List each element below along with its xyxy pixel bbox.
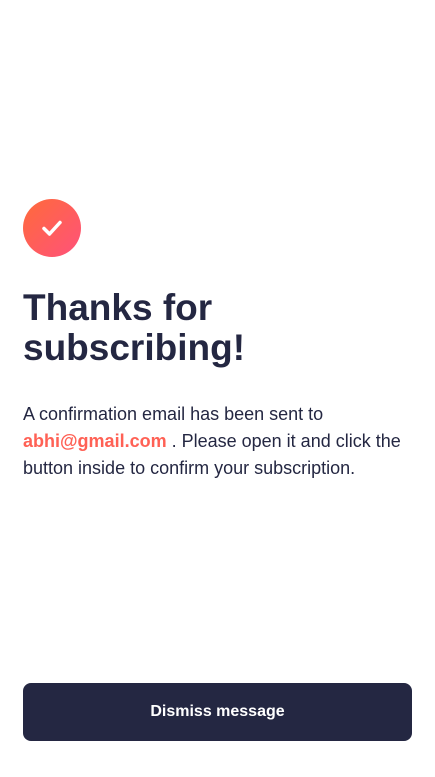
confirmation-message: A confirmation email has been sent to ab… [23, 401, 415, 482]
dismiss-message-button[interactable]: Dismiss message [23, 683, 412, 741]
message-before-email: A confirmation email has been sent to [23, 404, 324, 424]
subscriber-email: abhi@gmail.com [23, 431, 167, 451]
page-title: Thanks for subscribing! [23, 288, 413, 368]
title-line-1: Thanks for [23, 287, 213, 328]
success-message-card: Thanks for subscribing! A confirmation e… [0, 0, 435, 777]
title-line-2: subscribing! [23, 327, 246, 368]
check-icon [42, 220, 62, 236]
success-check-icon [23, 199, 81, 257]
